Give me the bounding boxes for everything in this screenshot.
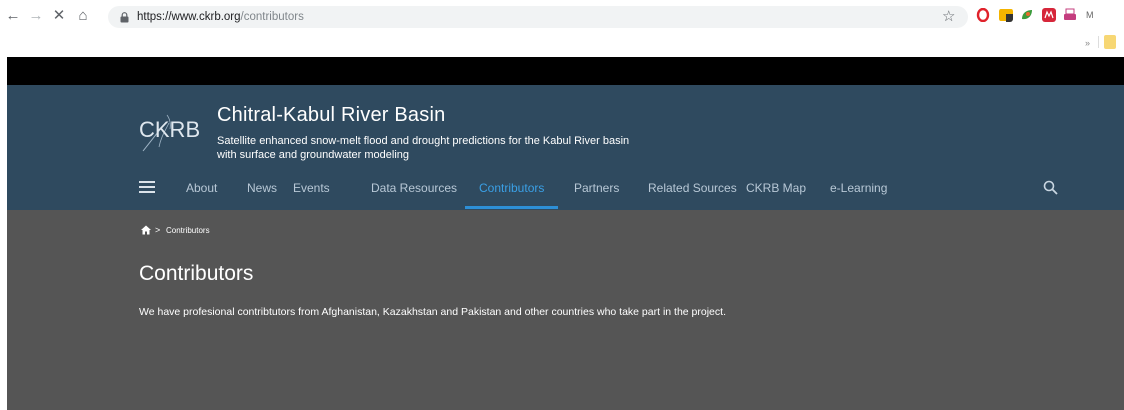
red-extension-icon[interactable] <box>1042 8 1056 22</box>
site-title[interactable]: Chitral-Kabul River Basin <box>217 104 445 127</box>
breadcrumb-separator: > <box>155 225 161 235</box>
toolbar-divider <box>1098 36 1099 48</box>
top-banner <box>7 57 1124 85</box>
breadcrumb-home-icon[interactable] <box>141 225 151 235</box>
print-extension-icon[interactable] <box>1063 8 1077 22</box>
nav-contributors[interactable]: Contributors <box>479 181 544 195</box>
site-logo[interactable]: CKRB <box>137 107 207 157</box>
nav-related-sources[interactable]: Related Sources <box>648 181 737 195</box>
nav-e-learning[interactable]: e-Learning <box>830 181 887 195</box>
bookmark-star-icon[interactable]: ☆ <box>942 7 955 25</box>
nav-ckrb-map[interactable]: CKRB Map <box>746 181 806 195</box>
nav-news[interactable]: News <box>247 181 277 195</box>
page-title: Contributors <box>139 262 254 285</box>
opera-extension-icon[interactable] <box>976 8 990 22</box>
search-icon[interactable] <box>1043 180 1058 195</box>
address-bar[interactable]: https://www.ckrb.org/contributors <box>108 6 968 28</box>
logo-text: CKRB <box>139 117 200 142</box>
url-path: /contributors <box>240 11 304 23</box>
forward-icon[interactable]: → <box>27 6 45 24</box>
home-icon[interactable]: ⌂ <box>74 6 92 24</box>
nav-partners[interactable]: Partners <box>574 181 619 195</box>
browser-toolbar: ← → ✕ ⌂ https://www.ckrb.org/contributor… <box>0 0 1124 57</box>
lock-icon <box>120 11 129 22</box>
more-extensions-icon[interactable]: » <box>1085 38 1090 48</box>
nav-events[interactable]: Events <box>293 181 330 195</box>
notes-extension-icon[interactable] <box>999 8 1013 22</box>
url-host: https://www.ckrb.org <box>137 11 241 23</box>
stop-icon[interactable]: ✕ <box>50 6 68 24</box>
hamburger-menu-icon[interactable] <box>139 181 155 193</box>
nav-data-resources[interactable]: Data Resources <box>371 181 457 195</box>
site-tagline: Satellite enhanced snow-melt flood and d… <box>217 135 630 161</box>
breadcrumb-current: Contributors <box>166 226 210 235</box>
back-icon[interactable]: ← <box>4 6 22 24</box>
bookmark-folder-icon[interactable] <box>1104 35 1116 49</box>
nav-active-indicator <box>465 206 558 209</box>
page-description: We have profesional contribtutors from A… <box>139 306 726 318</box>
profile-initial[interactable]: M <box>1086 10 1094 20</box>
nav-about[interactable]: About <box>186 181 217 195</box>
leaf-extension-icon[interactable] <box>1020 8 1034 22</box>
